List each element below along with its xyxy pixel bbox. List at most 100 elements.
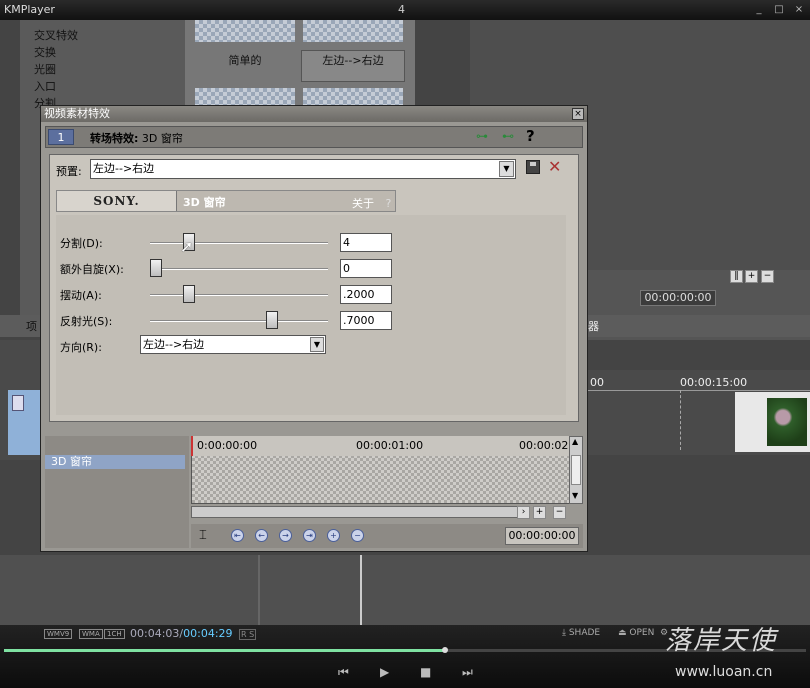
- param-value-extra-spin[interactable]: 0: [340, 259, 392, 278]
- shade-button[interactable]: ⤓ SHADE: [562, 628, 600, 638]
- scroll-right-icon[interactable]: ›: [517, 506, 530, 519]
- track-header-strip: [0, 340, 40, 460]
- param-slider-swing[interactable]: [150, 294, 328, 296]
- plugin-parameters: 分割(D): 4 额外自旋(X): 0 摆动(A): .2000 反射光(S):…: [56, 215, 566, 415]
- player-app-name: KMPlayer: [4, 3, 55, 16]
- close-button[interactable]: ×: [792, 3, 806, 16]
- player-title-bar[interactable]: KMPlayer 4 _ □ ×: [0, 0, 810, 20]
- clip-thumbnail: [767, 398, 807, 446]
- help-icon[interactable]: ?: [526, 127, 535, 145]
- app-window: KMPlayer 4 _ □ × 交叉特效 交换 光圈 入口 分割 简单的 左边…: [0, 0, 810, 688]
- channel-badge: 1CH: [104, 629, 125, 639]
- ruler-tick: 00:00:01:00: [356, 439, 424, 452]
- previous-icon[interactable]: ⏮: [338, 665, 349, 680]
- remove-plugin-icon[interactable]: ⊷: [502, 129, 514, 143]
- preset-thumbnail-label-selected[interactable]: 左边-->右边: [301, 50, 405, 82]
- playhead-line: [360, 555, 362, 625]
- transition-list-item[interactable]: 入口: [34, 78, 56, 94]
- transition-preset-grid: 简单的 左边-->右边: [185, 20, 415, 110]
- scroll-thumb[interactable]: [571, 455, 581, 485]
- next-keyframe-icon[interactable]: →: [279, 529, 292, 542]
- preset-dropdown[interactable]: 左边-->右边 ▼: [90, 159, 516, 179]
- open-label: OPEN: [629, 628, 655, 638]
- param-label-direction: 方向(R):: [60, 341, 102, 354]
- fx-zoom-out-button[interactable]: −: [553, 506, 566, 519]
- first-keyframe-icon[interactable]: ⇤: [231, 529, 244, 542]
- player-window-number: 4: [398, 3, 405, 16]
- slider-knob[interactable]: [266, 311, 279, 329]
- time-total: 00:04:29: [183, 627, 233, 640]
- fx-track-list: [45, 436, 189, 548]
- delete-preset-icon[interactable]: ✕: [548, 157, 561, 176]
- stop-icon[interactable]: ■: [420, 665, 431, 679]
- maximize-button[interactable]: □: [772, 3, 786, 16]
- chevron-down-icon[interactable]: ▼: [499, 161, 514, 177]
- seek-handle[interactable]: [442, 647, 449, 653]
- fx-chain-prefix: 转场特效:: [90, 132, 139, 145]
- add-keyframe-icon[interactable]: +: [327, 529, 340, 542]
- timeline-tick: 00:00:15:00: [680, 376, 748, 389]
- fx-chain-header: 1 转场特效: 3D 窗帘 ⊶ ⊷ ?: [45, 126, 583, 148]
- video-codec-badge: WMV9: [44, 629, 73, 639]
- playback-time: 00:04:03/00:04:29 R S: [130, 627, 257, 640]
- play-icon[interactable]: ▶: [380, 665, 389, 679]
- watermark-text: 落岸天使: [665, 626, 778, 656]
- fx-timecode[interactable]: 00:00:00:00: [505, 527, 579, 545]
- next-icon[interactable]: ⏭: [462, 665, 473, 680]
- param-slider-reflection[interactable]: [150, 320, 328, 322]
- scroll-up-icon[interactable]: ▲: [572, 437, 578, 446]
- dialog-title[interactable]: 视频素材特效: [41, 106, 587, 122]
- fx-vertical-scrollbar[interactable]: ▲ ▼: [569, 436, 583, 504]
- preset-value: 左边-->右边: [93, 162, 155, 175]
- fx-cursor[interactable]: [191, 436, 193, 456]
- fx-chain-name: 3D 窗帘: [141, 132, 183, 145]
- tab-effects[interactable]: 器: [588, 318, 599, 334]
- param-slider-extra-spin[interactable]: [150, 268, 328, 270]
- fx-step-number[interactable]: 1: [48, 129, 74, 145]
- slider-knob[interactable]: [183, 285, 196, 303]
- last-keyframe-icon[interactable]: ⇥: [303, 529, 316, 542]
- open-button[interactable]: ⏏ OPEN: [618, 628, 654, 638]
- ruler-tick: 00:00:02: [519, 439, 569, 452]
- delete-keyframe-icon[interactable]: −: [351, 529, 364, 542]
- preset-label: 预置:: [56, 165, 82, 178]
- slider-knob[interactable]: [150, 259, 162, 277]
- lower-workspace: [0, 555, 810, 625]
- transition-list-item[interactable]: 交换: [34, 44, 56, 60]
- save-preset-icon[interactable]: [526, 160, 540, 174]
- param-slider-divide[interactable]: [150, 242, 328, 244]
- transition-list-item[interactable]: 交叉特效: [34, 27, 78, 43]
- rs-badge: R S: [239, 629, 257, 640]
- param-value-divide[interactable]: 4: [340, 233, 392, 252]
- plugin-name: 3D 窗帘: [183, 196, 226, 209]
- tab-project[interactable]: 项: [26, 318, 37, 334]
- preset-thumbnail[interactable]: [303, 20, 403, 42]
- about-link[interactable]: 关于 ?: [352, 195, 391, 211]
- sync-cursor-icon[interactable]: ⌶: [199, 528, 207, 543]
- param-label-swing: 摆动(A):: [60, 289, 102, 302]
- dialog-close-button[interactable]: ×: [572, 108, 584, 120]
- fx-horizontal-scrollbar[interactable]: [191, 506, 521, 518]
- param-value-reflection[interactable]: .7000: [340, 311, 392, 330]
- chevron-down-icon[interactable]: ▼: [310, 337, 324, 352]
- direction-value: 左边-->右边: [143, 338, 205, 351]
- transition-list-item[interactable]: 光圈: [34, 61, 56, 77]
- preview-timecode: 00:00:00:00: [640, 290, 716, 306]
- plugin-chain-icon[interactable]: ⊶: [476, 129, 488, 143]
- mouse-cursor-icon: ➚: [180, 237, 194, 256]
- param-label-reflection: 反射光(S):: [60, 315, 113, 328]
- minimize-button[interactable]: _: [752, 3, 766, 16]
- timeline-clip[interactable]: [735, 392, 810, 452]
- param-value-swing[interactable]: .2000: [340, 285, 392, 304]
- direction-dropdown[interactable]: 左边-->右边 ▼: [140, 335, 326, 354]
- fx-zoom-in-button[interactable]: +: [533, 506, 546, 519]
- scroll-down-icon[interactable]: ▼: [572, 491, 578, 500]
- fx-track-item[interactable]: 3D 窗帘: [45, 455, 185, 469]
- scroll-handle[interactable]: ‖: [730, 270, 743, 283]
- preset-thumbnail-label: 简单的: [228, 54, 262, 67]
- zoom-out-button[interactable]: −: [761, 270, 774, 283]
- prev-keyframe-icon[interactable]: ←: [255, 529, 268, 542]
- zoom-in-button[interactable]: +: [745, 270, 758, 283]
- preset-thumbnail[interactable]: [195, 20, 295, 42]
- fx-time-ruler[interactable]: 0:00:00:00 00:00:01:00 00:00:02: [191, 436, 571, 456]
